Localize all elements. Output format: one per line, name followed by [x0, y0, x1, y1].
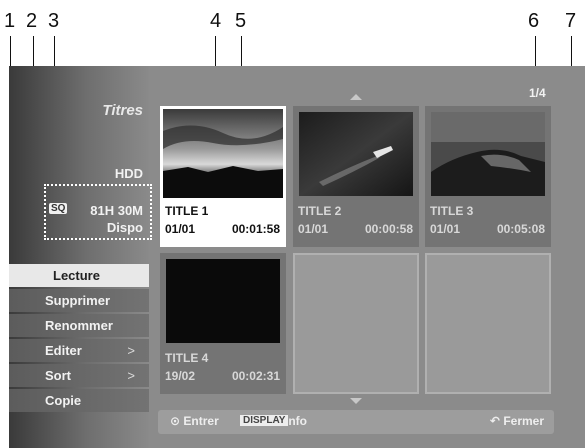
- display-badge: DISPLAY: [240, 415, 289, 426]
- title-thumbnail-1[interactable]: TITLE 1 01/01 00:01:58: [160, 106, 286, 247]
- callout-2: 2: [26, 10, 38, 32]
- title-duration: 00:01:58: [231, 222, 280, 236]
- title-name: TITLE 3: [430, 204, 474, 218]
- enter-hint: ⊙ Entrer: [170, 414, 219, 428]
- close-label: Fermer: [503, 414, 544, 428]
- title-date: 01/01: [430, 222, 461, 236]
- options-menu: Lecture Supprimer Renommer Editer > Sort…: [9, 264, 149, 414]
- menu-item-label: Editer: [45, 343, 82, 358]
- empty-slot: [293, 253, 419, 394]
- scroll-down-icon[interactable]: [350, 398, 362, 404]
- title-thumbnail-3[interactable]: TITLE 3 01/01 00:05:08: [425, 106, 551, 247]
- title-thumbnail-4[interactable]: TITLE 4 19/02 00:02:31: [160, 253, 286, 394]
- callout-5: 5: [235, 10, 247, 32]
- callout-6: 6: [528, 10, 540, 32]
- title-duration: 00:02:31: [231, 369, 280, 383]
- menu-item-copie[interactable]: Copie: [9, 389, 149, 412]
- sidebar-title: Titres: [102, 102, 143, 119]
- menu-item-editer[interactable]: Editer >: [9, 339, 149, 362]
- circle-enter-icon: ⊙: [170, 414, 181, 428]
- chevron-right-icon: >: [127, 368, 135, 383]
- info-label: Info: [285, 414, 307, 428]
- page-indicator: 1/4: [529, 86, 546, 100]
- title-date: 01/01: [298, 222, 329, 236]
- title-name: TITLE 1: [165, 204, 209, 218]
- callout-3: 3: [48, 10, 60, 32]
- remaining-time: 81H 30M: [90, 203, 143, 218]
- empty-slot: [425, 253, 551, 394]
- callout-1: 1: [4, 10, 16, 32]
- title-date: 01/01: [165, 222, 196, 236]
- menu-item-sort[interactable]: Sort >: [9, 364, 149, 387]
- menu-item-label: Supprimer: [45, 293, 111, 308]
- title-duration: 00:05:08: [496, 222, 545, 236]
- menu-item-label: Sort: [45, 368, 71, 383]
- menu-item-label: Copie: [45, 393, 82, 408]
- thumbnail-image: [163, 109, 283, 198]
- menu-item-lecture[interactable]: Lecture: [9, 264, 149, 287]
- enter-label: Entrer: [183, 414, 219, 428]
- thumbnail-image: [299, 112, 413, 196]
- menu-item-label: Lecture: [53, 268, 100, 283]
- help-bar: ⊙ Entrer DISPLAY Info ↶ Fermer: [158, 410, 554, 434]
- menu-item-label: Renommer: [45, 318, 113, 333]
- thumbnail-image: [166, 259, 280, 343]
- close-hint: ↶ Fermer: [490, 414, 544, 428]
- scroll-up-icon[interactable]: [350, 94, 362, 100]
- title-thumbnail-2[interactable]: TITLE 2 01/01 00:00:58: [293, 106, 419, 247]
- title-name: TITLE 4: [165, 351, 209, 365]
- title-duration: 00:00:58: [364, 222, 413, 236]
- callout-4: 4: [210, 10, 222, 32]
- title-name: TITLE 2: [298, 204, 342, 218]
- thumbnail-image: [431, 112, 545, 196]
- callout-7: 7: [565, 10, 577, 32]
- quality-badge: SQ: [49, 203, 68, 214]
- menu-item-supprimer[interactable]: Supprimer: [9, 289, 149, 312]
- menu-item-renommer[interactable]: Renommer: [9, 314, 149, 337]
- media-label: HDD: [114, 166, 143, 181]
- title-date: 19/02: [165, 369, 196, 383]
- remaining-label: Dispo: [106, 220, 143, 235]
- chevron-right-icon: >: [127, 343, 135, 358]
- return-icon: ↶: [489, 414, 500, 428]
